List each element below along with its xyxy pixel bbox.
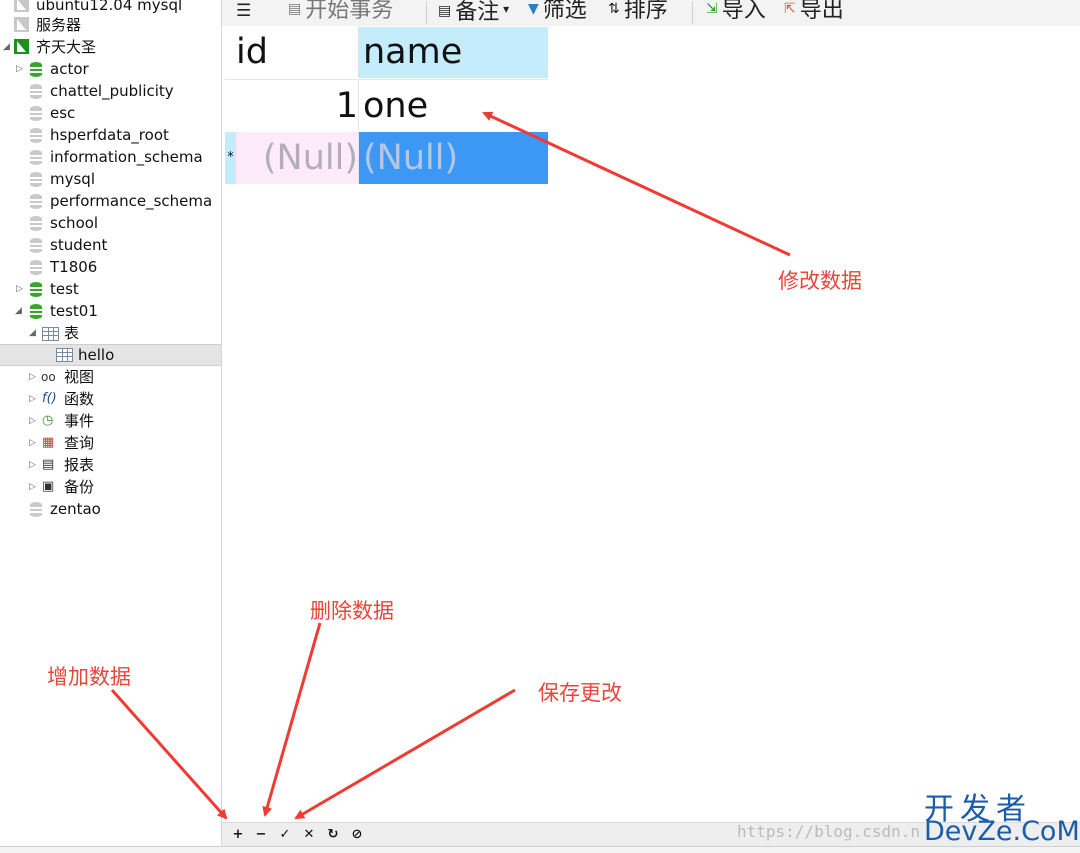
database-icon <box>30 172 42 187</box>
apply-changes-button[interactable]: ✓ <box>277 827 293 843</box>
report-icon: ▤ <box>42 457 55 472</box>
filter-button[interactable]: ▼ 筛选 <box>528 0 587 26</box>
discard-changes-button[interactable]: ✕ <box>301 827 317 843</box>
tree-item-reports[interactable]: ▷ ▤ 报表 <box>0 454 221 476</box>
sort-button[interactable]: ⇅ 排序 <box>608 0 668 26</box>
tree-item-qitian-connection[interactable]: ◢ 齐天大圣 <box>0 36 221 58</box>
tree-item-server-connection[interactable]: 服务器 <box>0 14 221 36</box>
annotation-add-data: 增加数据 <box>47 665 131 689</box>
database-icon <box>30 260 42 275</box>
toolbar-separator <box>692 2 693 24</box>
connection-icon <box>14 39 29 54</box>
database-icon <box>30 62 42 77</box>
data-toolbar: ☰ ▤ 开始事务 ▤ 备注 ▾ ▼ 筛选 ⇅ 排序 ⇲ 导入 ⇱ 导出 <box>222 0 1080 26</box>
database-icon <box>30 238 42 253</box>
begin-transaction-button[interactable]: ▤ 开始事务 <box>288 0 393 26</box>
annotation-save-changes: 保存更改 <box>538 681 622 705</box>
table-icon <box>42 327 59 341</box>
object-tree[interactable]: ubuntu12.04 mysql 服务器 ◢ 齐天大圣 ▷ actor cha… <box>0 0 222 852</box>
database-icon <box>30 150 42 165</box>
add-record-button[interactable]: + <box>230 827 246 843</box>
tree-item-esc[interactable]: esc <box>0 102 221 124</box>
cell-id[interactable]: 1 <box>236 79 359 132</box>
connection-icon <box>14 17 29 32</box>
collapsed-arrow-icon[interactable]: ▷ <box>29 476 36 498</box>
row-marker[interactable] <box>225 79 236 132</box>
tree-item-test[interactable]: ▷ test <box>0 278 221 300</box>
toolbar-separator <box>426 2 427 24</box>
query-icon: ▦ <box>42 435 55 450</box>
database-icon <box>30 128 42 143</box>
export-button[interactable]: ⇱ 导出 <box>784 0 844 26</box>
expanded-arrow-icon[interactable]: ◢ <box>15 300 22 322</box>
tree-item-queries[interactable]: ▷ ▦ 查询 <box>0 432 221 454</box>
tree-item-performance-schema[interactable]: performance_schema <box>0 190 221 212</box>
transaction-icon: ▤ <box>288 1 302 17</box>
database-icon <box>30 304 42 319</box>
database-icon <box>30 502 42 517</box>
tree-item-backups[interactable]: ▷ ▣ 备份 <box>0 476 221 498</box>
tree-item-mysql[interactable]: mysql <box>0 168 221 190</box>
tree-item-views[interactable]: ▷ oo 视图 <box>0 366 221 388</box>
tree-item-hello-table[interactable]: hello <box>0 344 221 366</box>
export-icon: ⇱ <box>784 1 796 17</box>
database-icon <box>30 84 42 99</box>
collapsed-arrow-icon[interactable]: ▷ <box>29 410 36 432</box>
column-header-id[interactable]: id <box>236 27 359 78</box>
tree-item-hsperfdata-root[interactable]: hsperfdata_root <box>0 124 221 146</box>
import-button[interactable]: ⇲ 导入 <box>706 0 766 26</box>
cell-name[interactable]: one <box>359 79 548 131</box>
database-icon <box>30 106 42 121</box>
annotation-delete-data: 删除数据 <box>310 599 394 623</box>
collapsed-arrow-icon[interactable]: ▷ <box>16 278 23 300</box>
tree-item-information-schema[interactable]: information_schema <box>0 146 221 168</box>
delete-record-button[interactable]: − <box>253 827 269 843</box>
memo-button[interactable]: ▤ 备注 ▾ <box>438 0 509 26</box>
collapsed-arrow-icon[interactable]: ▷ <box>16 58 23 80</box>
tree-item-test01[interactable]: ◢ test01 <box>0 300 221 322</box>
backup-icon: ▣ <box>42 479 55 494</box>
connection-icon <box>14 0 29 12</box>
new-row-marker[interactable]: * <box>225 132 236 184</box>
import-icon: ⇲ <box>706 1 718 17</box>
refresh-button[interactable]: ↻ <box>325 827 341 843</box>
database-icon <box>30 282 42 297</box>
collapsed-arrow-icon[interactable]: ▷ <box>29 366 36 388</box>
tree-item-actor[interactable]: ▷ actor <box>0 58 221 80</box>
function-icon: f() <box>42 391 57 406</box>
annotation-edit-data: 修改数据 <box>778 269 862 293</box>
expanded-arrow-icon[interactable]: ◢ <box>3 36 10 58</box>
column-header-name[interactable]: name <box>359 27 548 78</box>
table-icon <box>56 348 73 362</box>
collapsed-arrow-icon[interactable]: ▷ <box>29 388 36 410</box>
tree-item-student[interactable]: student <box>0 234 221 256</box>
site-logo-bottom: DevZe.CoM <box>924 816 1080 847</box>
database-icon <box>30 216 42 231</box>
row-marker-header <box>225 27 236 78</box>
arrow-delete <box>262 622 322 817</box>
watermark-url: https://blog.csdn.n <box>737 822 921 841</box>
tree-item-events[interactable]: ▷ ◷ 事件 <box>0 410 221 432</box>
collapsed-arrow-icon[interactable]: ▷ <box>29 454 36 476</box>
tree-item-zentao[interactable]: zentao <box>0 498 221 520</box>
database-icon <box>30 194 42 209</box>
memo-icon: ▤ <box>438 3 452 19</box>
menu-icon[interactable]: ☰ <box>236 0 251 26</box>
cell-name-null-selected[interactable]: (Null) <box>359 132 548 184</box>
tree-item-functions[interactable]: ▷ f() 函数 <box>0 388 221 410</box>
event-clock-icon: ◷ <box>42 413 54 428</box>
filter-icon: ▼ <box>528 1 539 17</box>
collapsed-arrow-icon[interactable]: ▷ <box>29 432 36 454</box>
tree-item-tables[interactable]: ◢ 表 <box>0 322 221 344</box>
arrow-save <box>294 688 516 820</box>
tree-item-school[interactable]: school <box>0 212 221 234</box>
sort-icon: ⇅ <box>608 1 620 17</box>
expanded-arrow-icon[interactable]: ◢ <box>29 322 36 344</box>
cell-id-null[interactable]: (Null) <box>236 132 359 184</box>
tree-item-chattel-publicity[interactable]: chattel_publicity <box>0 80 221 102</box>
glasses-icon: oo <box>41 370 56 384</box>
tree-item-t1806[interactable]: T1806 <box>0 256 221 278</box>
stop-button[interactable]: ⊘ <box>349 827 365 843</box>
